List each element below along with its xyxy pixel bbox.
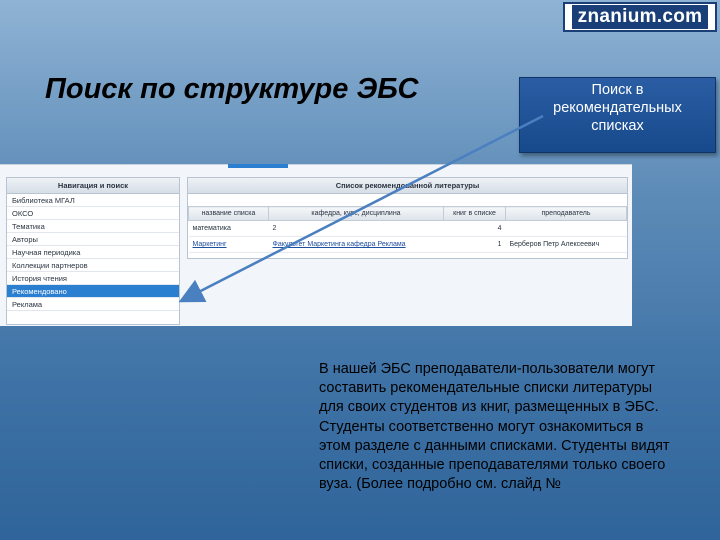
list-dept: 2 (268, 220, 444, 237)
column-header[interactable]: название списка (188, 206, 269, 221)
list-teacher: Берберов Петр Алексеевич (505, 236, 627, 253)
znanium-logo: znanium.com (563, 2, 717, 32)
nav-item-partner-collections[interactable]: Коллекции партнеров (7, 259, 179, 272)
nav-item-recommended[interactable]: Рекомендовано (7, 285, 179, 298)
callout-line: рекомендательных (553, 100, 682, 116)
description-line: Студенты соответственно могут ознакомить… (319, 418, 644, 435)
recommended-table: название списка кафедра, курс, дисциплин… (188, 206, 627, 253)
panel-header: Список рекомендованной литературы (188, 178, 627, 194)
description-line: этом разделе с данными списками. Студент… (319, 437, 670, 454)
column-header[interactable]: кафедра, курс, дисциплина (268, 206, 444, 221)
list-count: 4 (443, 220, 506, 237)
navigation-panel: Навигация и поиск Библиотека МГАЛ ОКСО Т… (6, 177, 180, 325)
callout-line: Поиск в (591, 82, 644, 98)
list-teacher (505, 220, 627, 237)
description-line: для своих студентов из книг, размещенных… (319, 399, 659, 416)
column-header[interactable]: преподаватель (505, 206, 627, 221)
table-row[interactable]: математика 2 4 (188, 220, 627, 237)
navigation-header: Навигация и поиск (7, 178, 179, 194)
description-line: вуза. (Более подробно см. слайд № (319, 476, 561, 493)
callout-box: Поиск в рекомендательных списках (519, 77, 716, 153)
nav-item-authors[interactable]: Авторы (7, 233, 179, 246)
nav-item-periodicals[interactable]: Научная периодика (7, 246, 179, 259)
slide-title: Поиск по структуре ЭБС (45, 73, 419, 105)
description-line: списки, созданные преподавателями только… (319, 457, 666, 474)
list-name-link[interactable]: Маркетинг (188, 236, 269, 253)
description-text: В нашей ЭБС преподаватели-пользователи м… (319, 360, 719, 494)
nav-item-topics[interactable]: Тематика (7, 220, 179, 233)
nav-item-library[interactable]: Библиотека МГАЛ (7, 194, 179, 207)
column-header[interactable]: книг в списке (443, 206, 506, 221)
nav-item-reading-history[interactable]: История чтения (7, 272, 179, 285)
callout-line: списках (591, 118, 644, 134)
list-name: математика (188, 220, 269, 237)
logo-text: znanium.com (571, 5, 709, 29)
active-tab-indicator (228, 164, 288, 168)
table-row[interactable]: Маркетинг Факультет Маркетинга кафедра Р… (188, 236, 627, 253)
nav-item-okso[interactable]: ОКСО (7, 207, 179, 220)
description-line: составить рекомендательные списки литера… (319, 380, 653, 397)
list-count: 1 (443, 236, 506, 253)
description-line: В нашей ЭБС преподаватели-пользователи м… (319, 361, 656, 377)
recommended-list-panel: Список рекомендованной литературы назван… (187, 177, 628, 259)
list-dept: Факультет Маркетинга кафедра Реклама (268, 236, 444, 253)
nav-item-ads[interactable]: Реклама (7, 298, 179, 311)
